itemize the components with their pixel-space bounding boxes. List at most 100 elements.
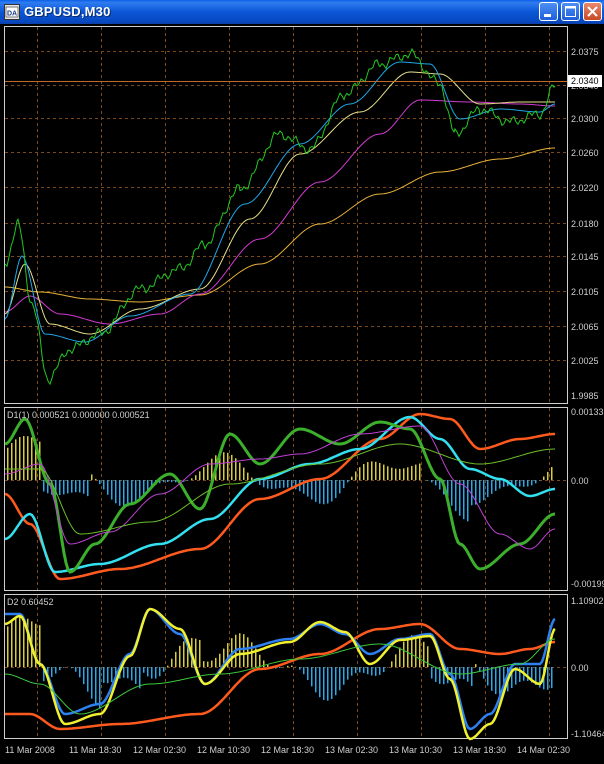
hist-bar <box>471 480 473 505</box>
hist-bar <box>251 477 253 480</box>
hist-bar <box>495 480 497 491</box>
indicator2-histogram <box>7 616 553 709</box>
hist-bar <box>403 642 405 667</box>
medium-ma-line <box>5 100 555 324</box>
hist-bar <box>203 467 205 480</box>
hist-bar <box>151 667 153 679</box>
hist-bar <box>215 658 217 667</box>
hist-bar <box>495 667 497 694</box>
hist-bar <box>219 654 221 667</box>
hist-bar <box>11 621 13 667</box>
hist-bar <box>399 647 401 667</box>
title-bar[interactable]: DA GBPUSD,M30 <box>0 0 604 24</box>
hist-bar <box>547 667 549 690</box>
hist-bar <box>387 466 389 480</box>
hist-bar <box>351 477 353 480</box>
y-tick: -1.10464 <box>571 729 604 739</box>
hist-bar <box>31 437 33 480</box>
hist-bar <box>339 480 341 493</box>
chart-canvas[interactable]: 2.0375 2.0340 2.0300 2.0260 2.0220 2.018… <box>0 24 604 760</box>
chart-area[interactable]: 2.0375 2.0340 2.0300 2.0260 2.0220 2.018… <box>0 24 604 760</box>
main-panel-frame <box>5 27 568 404</box>
hist-bar <box>7 626 9 667</box>
hist-bar <box>247 473 249 480</box>
hist-bar <box>183 641 185 667</box>
hist-bar <box>207 463 209 480</box>
hist-bar <box>179 646 181 667</box>
hist-bar <box>427 480 429 481</box>
hist-bar <box>167 480 169 482</box>
close-icon <box>584 3 601 20</box>
hist-bar <box>223 452 225 480</box>
hist-bar <box>19 437 21 480</box>
hist-bar <box>335 667 337 695</box>
y-tick: 2.0300 <box>571 114 599 124</box>
hist-bar <box>107 480 109 495</box>
hist-bar <box>379 667 381 675</box>
x-tick: 14 Mar 02:30 <box>517 745 570 755</box>
hist-bar <box>363 667 365 673</box>
hist-bar <box>415 465 417 480</box>
hist-bar <box>347 667 349 680</box>
hist-bar <box>291 666 293 667</box>
hist-bar <box>287 480 289 488</box>
hist-bar <box>355 667 357 673</box>
hist-bar <box>279 480 281 488</box>
hist-bar <box>111 480 113 500</box>
hist-bar <box>467 667 469 682</box>
hist-bar <box>19 616 21 667</box>
hist-bar <box>27 436 29 480</box>
hist-bar <box>439 480 441 489</box>
hist-bar <box>155 667 157 679</box>
hist-bar <box>499 480 501 489</box>
indicator2-label: D2 0.60452 <box>7 597 54 607</box>
hist-bar <box>111 667 113 682</box>
svg-text:DA: DA <box>7 11 17 18</box>
hist-bar <box>315 480 317 502</box>
hist-bar <box>463 667 465 679</box>
hist-bar <box>15 618 17 667</box>
minimize-button[interactable] <box>539 2 558 21</box>
hist-bar <box>83 480 85 494</box>
hist-bar <box>367 462 369 480</box>
hist-bar <box>371 667 373 675</box>
hist-bar <box>311 480 313 499</box>
hist-bar <box>67 480 69 493</box>
hist-bar <box>411 635 413 667</box>
hist-bar <box>187 480 189 481</box>
y-tick: 1.9985 <box>571 391 599 401</box>
hist-bar <box>199 471 201 480</box>
hist-bar <box>483 480 485 500</box>
hist-bar <box>103 667 105 683</box>
indicator-lines <box>5 49 555 739</box>
hist-bar <box>339 667 341 690</box>
hist-bar <box>7 448 9 480</box>
indicator1-label: D1(1) 0.000521 0.000000 0.000521 <box>7 410 150 420</box>
hist-bar <box>431 667 433 679</box>
hist-bar <box>75 667 77 672</box>
maximize-button[interactable] <box>561 2 580 21</box>
hist-bar <box>391 661 393 667</box>
hist-bar <box>479 480 481 503</box>
hist-bar <box>95 479 97 480</box>
hist-bar <box>499 667 501 695</box>
hist-bar <box>475 664 477 667</box>
y-tick: 2.0025 <box>571 356 599 366</box>
close-button[interactable] <box>583 2 602 21</box>
hist-bar <box>267 665 269 667</box>
hist-bar <box>275 480 277 489</box>
hist-bar <box>319 480 321 504</box>
y-tick: 2.0105 <box>571 287 599 297</box>
hist-bar <box>143 667 145 673</box>
hist-bar <box>519 480 521 487</box>
hist-bar <box>11 443 13 480</box>
hist-bar <box>131 667 133 680</box>
y-tick: 2.0065 <box>571 322 599 332</box>
hist-bar <box>55 667 57 674</box>
hist-bar <box>271 480 273 489</box>
hist-bar <box>311 667 313 686</box>
hist-bar <box>315 667 317 692</box>
y-tick: 2.0145 <box>571 252 599 262</box>
hist-bar <box>259 655 261 667</box>
hist-bar <box>51 667 53 677</box>
